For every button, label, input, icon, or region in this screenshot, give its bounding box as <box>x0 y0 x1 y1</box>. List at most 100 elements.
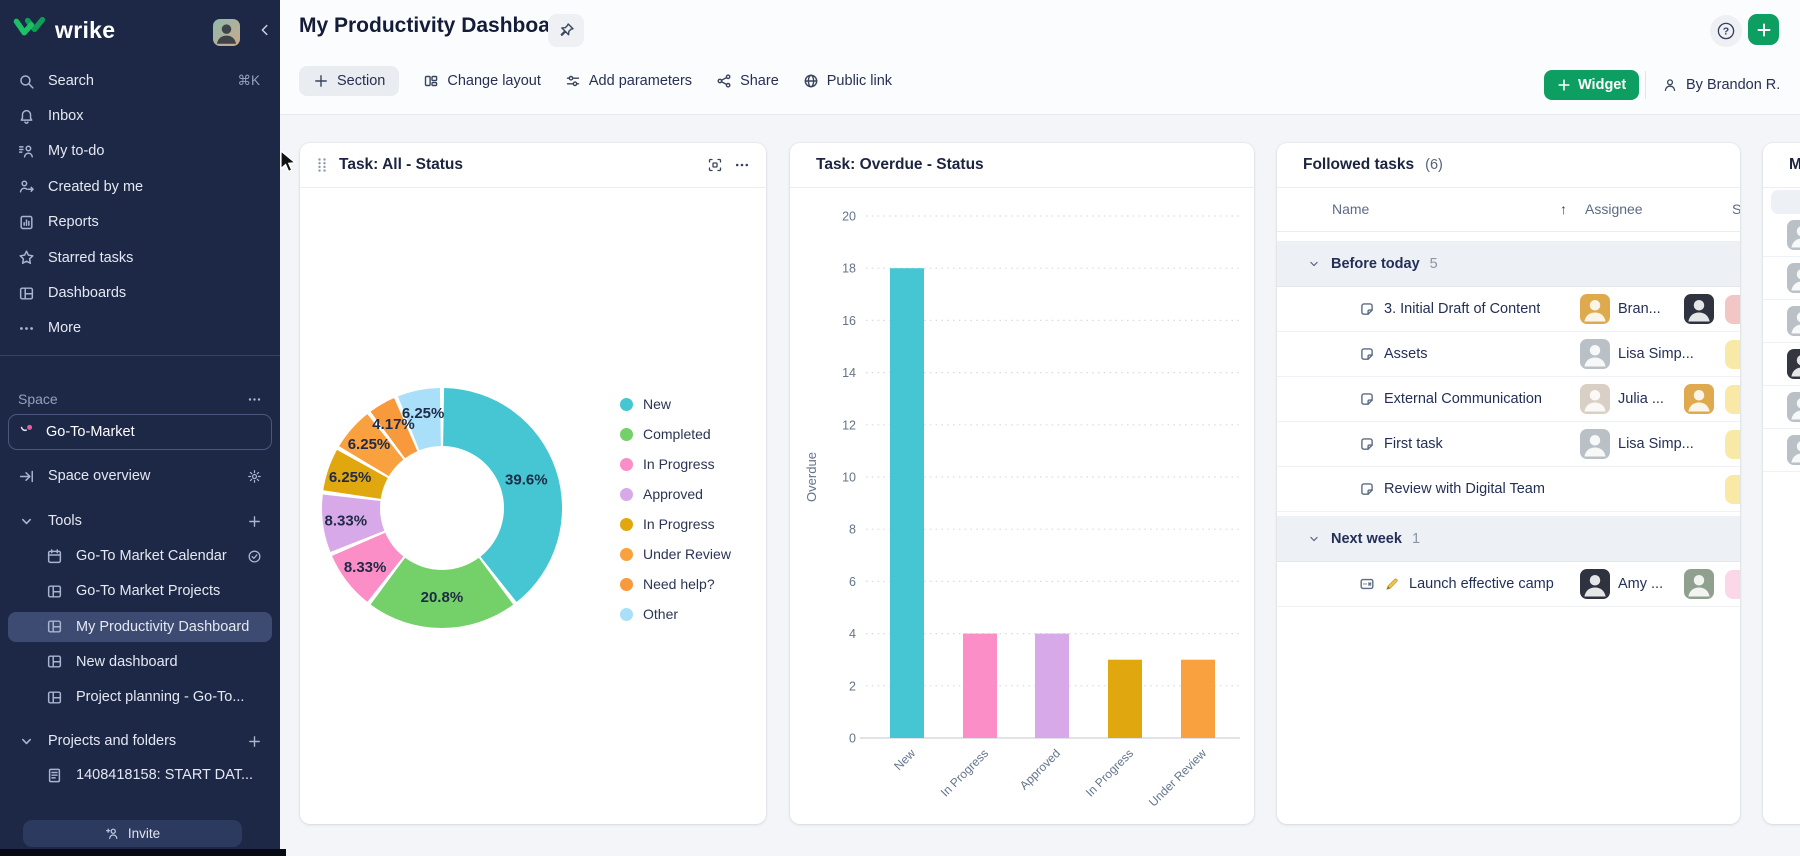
sidebar-group-projects[interactable]: Projects and folders <box>8 726 272 756</box>
table-row[interactable]: External Communication Julia ... <box>1277 377 1740 422</box>
dashboard-header: My Productivity Dashboard SectionChange … <box>280 0 1800 115</box>
column-start-date[interactable]: S <box>1732 201 1740 217</box>
table-row[interactable]: 3. Initial Draft of Content Bran... <box>1277 287 1740 332</box>
x-tick-label: Approved <box>1017 746 1063 792</box>
bar[interactable] <box>963 634 997 738</box>
add-widget-button[interactable]: Widget <box>1544 70 1639 100</box>
widget-header: Followed tasks (6) <box>1277 143 1740 188</box>
avatar <box>1580 569 1610 599</box>
bar[interactable] <box>890 268 924 738</box>
sidebar-item-project-planning-go-to-[interactable]: Project planning - Go-To... <box>8 682 272 712</box>
table-row[interactable]: Launch effective camp Amy ... <box>1277 562 1740 607</box>
y-tick-label: 14 <box>842 366 856 380</box>
table-row[interactable]: AssetsLisa Simp... <box>1277 332 1740 377</box>
board-icon <box>1359 576 1375 592</box>
table-row[interactable] <box>1763 386 1800 429</box>
space-more-icon[interactable] <box>247 392 262 407</box>
sidebar-item-my-productivity-dashboard[interactable]: My Productivity Dashboard <box>8 612 272 642</box>
sidebar-group-tools[interactable]: Tools <box>8 506 272 536</box>
expand-widget-icon[interactable] <box>707 157 723 173</box>
table-row[interactable]: Review with Digital Team <box>1277 467 1740 512</box>
sidebar-item-label: My Productivity Dashboard <box>76 619 249 635</box>
toolbar-separator <box>1645 71 1646 99</box>
sidebar-item-reports[interactable]: Reports <box>8 207 272 237</box>
wrike-logo[interactable]: wrike <box>13 14 115 46</box>
space-selector[interactable]: Go-To-Market <box>8 414 272 450</box>
sidebar-item-inbox[interactable]: Inbox <box>8 101 272 131</box>
donut-percent-label: 20.8% <box>421 589 464 606</box>
section-button[interactable]: Section <box>299 66 399 96</box>
pin-button[interactable] <box>548 14 584 47</box>
sidebar-item-more[interactable]: More <box>8 313 272 343</box>
plus-icon[interactable] <box>247 514 262 529</box>
sidebar-item-my-to-do[interactable]: My to-do <box>8 136 272 166</box>
table-column-header: Name ↑ Assignee S <box>1277 188 1740 232</box>
table-row[interactable] <box>1763 429 1800 472</box>
plus-icon <box>313 73 329 89</box>
sidebar-item-space-overview[interactable]: Space overview <box>8 461 272 491</box>
space-section-header[interactable]: Space <box>8 384 272 414</box>
wrike-logo-icon <box>13 14 51 46</box>
dashboard-owner[interactable]: By Brandon R. <box>1662 70 1780 100</box>
sidebar-item-dashboards[interactable]: Dashboards <box>8 278 272 308</box>
avatar <box>1787 435 1800 465</box>
drag-handle-icon[interactable] <box>316 157 328 173</box>
sidebar-item-search[interactable]: Search ⌘K <box>8 66 272 96</box>
task-group-header[interactable]: Before today5 <box>1277 241 1740 287</box>
plus-icon[interactable] <box>247 734 262 749</box>
sidebar-item-project[interactable]: 1408418158: START DAT... <box>8 760 272 790</box>
assignee-cell: Amy ... <box>1580 569 1714 599</box>
avatar <box>1787 306 1800 336</box>
sidebar-item-go-to-market-calendar[interactable]: Go-To Market Calendar <box>8 541 272 571</box>
sidebar-item-new-dashboard[interactable]: New dashboard <box>8 647 272 677</box>
y-tick-label: 6 <box>849 575 856 589</box>
collapse-sidebar-icon[interactable] <box>258 23 272 42</box>
share-button[interactable]: Share <box>716 66 779 96</box>
column-assignee[interactable]: Assignee <box>1585 201 1643 217</box>
assignee-name: Amy ... <box>1618 576 1676 592</box>
chevron-down-icon <box>1307 257 1321 271</box>
sidebar-item-go-to-market-projects[interactable]: Go-To Market Projects <box>8 576 272 606</box>
widget-menu-icon[interactable] <box>734 157 750 173</box>
clipboard-icon <box>46 767 63 784</box>
change-layout-button[interactable]: Change layout <box>423 66 541 96</box>
invite-button[interactable]: Invite <box>23 820 242 847</box>
y-tick-label: 18 <box>842 262 856 276</box>
assignee-cell: Bran... <box>1580 294 1714 324</box>
avatar <box>1580 384 1610 414</box>
help-button[interactable]: ? <box>1710 15 1742 47</box>
table-row[interactable] <box>1763 343 1800 386</box>
sidebar-item-starred-tasks[interactable]: Starred tasks <box>8 243 272 273</box>
global-add-button[interactable] <box>1748 14 1779 45</box>
sort-ascending-icon[interactable]: ↑ <box>1560 201 1567 217</box>
assignee-cell: Julia ... <box>1580 384 1714 414</box>
task-group-header[interactable]: Next week1 <box>1277 516 1740 562</box>
table-row[interactable] <box>1763 214 1800 257</box>
owner-label: By Brandon R. <box>1686 77 1780 93</box>
bar[interactable] <box>1035 634 1069 738</box>
table-row[interactable] <box>1763 300 1800 343</box>
sidebar-item-created-by-me[interactable]: Created by me <box>8 172 272 202</box>
task-title: Launch effective camp <box>1409 576 1554 592</box>
table-row[interactable] <box>1763 257 1800 300</box>
star-icon <box>18 249 35 266</box>
sidebar-item-label: Starred tasks <box>48 250 133 266</box>
svg-text:?: ? <box>1723 26 1729 38</box>
user-avatar[interactable] <box>213 19 240 46</box>
y-tick-label: 10 <box>842 471 856 485</box>
task-title: External Communication <box>1384 391 1542 407</box>
legend-label: Under Review <box>643 546 731 562</box>
legend-dot <box>620 578 633 591</box>
add-parameters-button[interactable]: Add parameters <box>565 66 692 96</box>
sidebar-item-label: Space overview <box>48 468 150 484</box>
task-table-body: Before today53. Initial Draft of Content… <box>1277 241 1740 607</box>
column-name[interactable]: Name <box>1332 201 1369 217</box>
task-title: 3. Initial Draft of Content <box>1384 301 1540 317</box>
bar[interactable] <box>1108 660 1142 738</box>
group-count: 5 <box>1430 256 1438 272</box>
gear-icon[interactable] <box>247 469 262 484</box>
mouse-cursor <box>280 150 297 179</box>
bar[interactable] <box>1181 660 1215 738</box>
table-row[interactable]: First taskLisa Simp... <box>1277 422 1740 467</box>
public-link-button[interactable]: Public link <box>803 66 892 96</box>
